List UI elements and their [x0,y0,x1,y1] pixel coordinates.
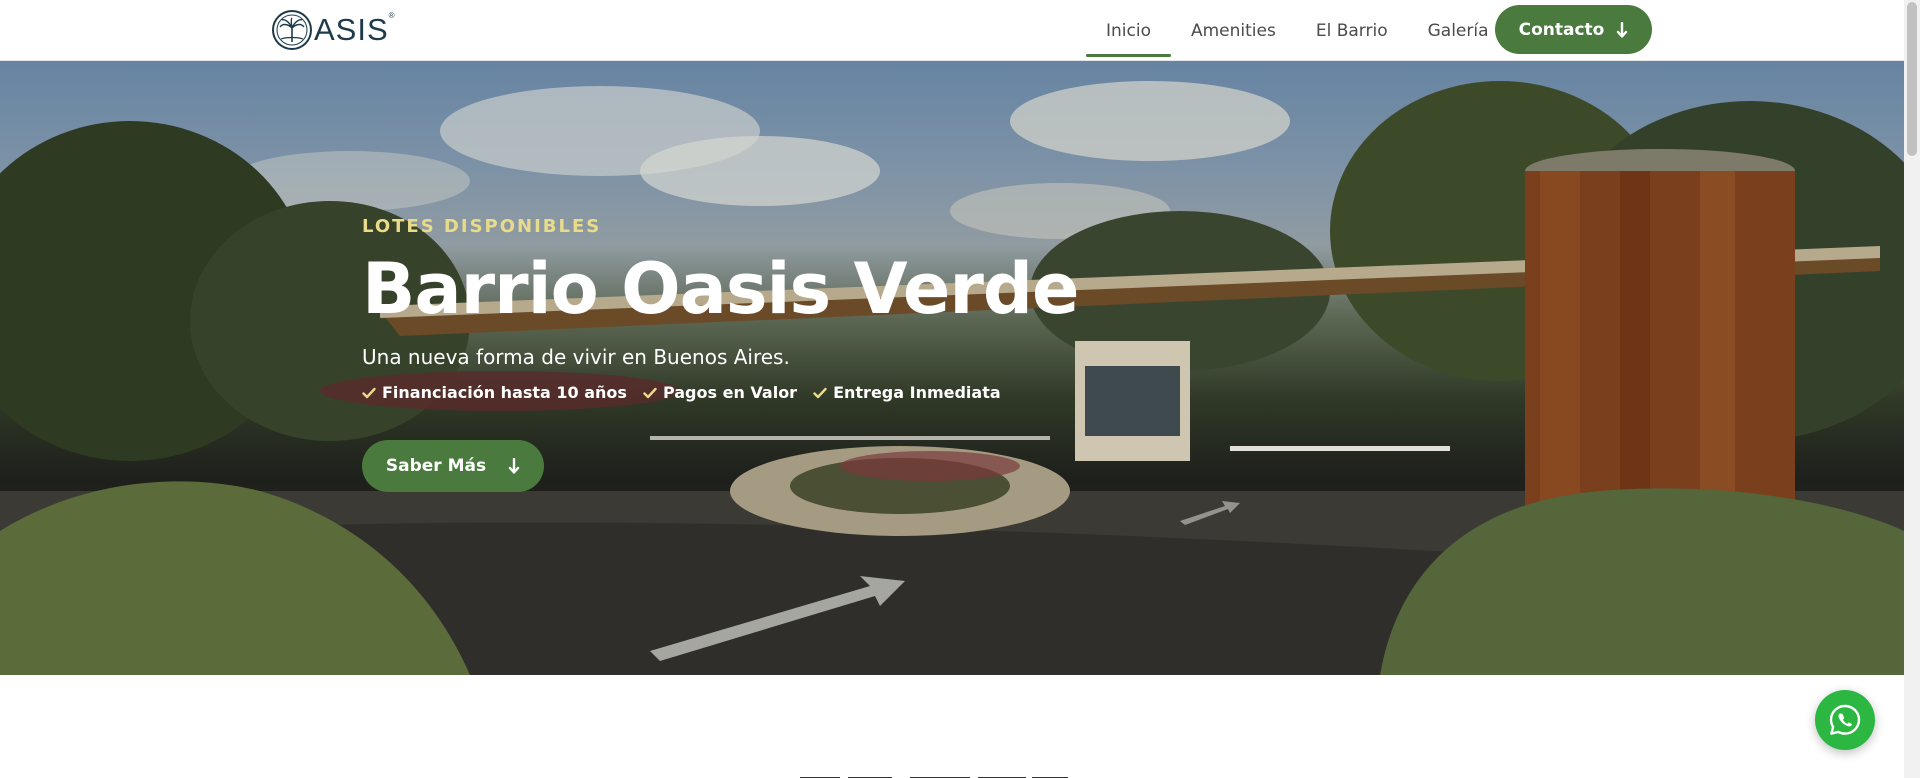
hero-section: LOTES DISPONIBLES Barrio Oasis Verde Una… [0,61,1904,675]
nav-item-label: Amenities [1190,20,1276,41]
hero-content: LOTES DISPONIBLES Barrio Oasis Verde Una… [362,216,1079,492]
nav-item-el-barrio[interactable]: El Barrio [1296,4,1408,57]
clipped-heading-glyphs [800,777,1068,778]
feature-label: Pagos en Valor [662,383,798,402]
page-scrollbar[interactable] [1904,0,1920,778]
site-header: ASIS® Inicio Amenities El Barrio Galería… [0,0,1904,61]
check-icon [643,387,657,398]
hero-title: Barrio Oasis Verde [362,248,1079,330]
feature-item: Financiación hasta 10 años [362,383,627,402]
check-icon [362,387,376,398]
nav-item-label: Galería [1427,20,1489,41]
hero-subtitle: Una nueva forma de vivir en Buenos Aires… [362,345,790,369]
nav-item-galeria[interactable]: Galería [1408,4,1509,57]
palm-logo-icon [272,10,312,50]
logo-text: ASIS® [314,11,396,47]
registered-mark: ® [388,11,396,20]
feature-list: Financiación hasta 10 años Pagos en Valo… [362,383,1078,402]
next-section-heading [800,766,1100,778]
contact-button[interactable]: Contacto [1495,5,1652,54]
whatsapp-icon [1829,704,1861,735]
hero-eyebrow: LOTES DISPONIBLES [362,216,602,237]
nav-item-label: El Barrio [1315,20,1388,41]
feature-item: Entrega Inmediata [813,383,1001,402]
contact-button-label: Contacto [1518,19,1605,40]
nav-item-inicio[interactable]: Inicio [1086,4,1171,57]
whatsapp-button[interactable] [1815,690,1875,750]
feature-item: Pagos en Valor [643,383,797,402]
saber-mas-button[interactable]: Saber Más [362,440,544,492]
arrow-down-icon [508,458,520,474]
logo[interactable]: ASIS® [271,9,396,51]
feature-label: Financiación hasta 10 años [382,383,627,402]
arrow-down-icon [1617,21,1628,38]
feature-label: Entrega Inmediata [833,383,1001,402]
check-icon [813,387,827,398]
nav-item-amenities[interactable]: Amenities [1171,4,1296,57]
nav-item-label: Inicio [1106,20,1151,41]
saber-mas-label: Saber Más [385,456,487,476]
main-nav: Inicio Amenities El Barrio Galería [1086,0,1509,61]
scrollbar-thumb[interactable] [1907,2,1917,156]
